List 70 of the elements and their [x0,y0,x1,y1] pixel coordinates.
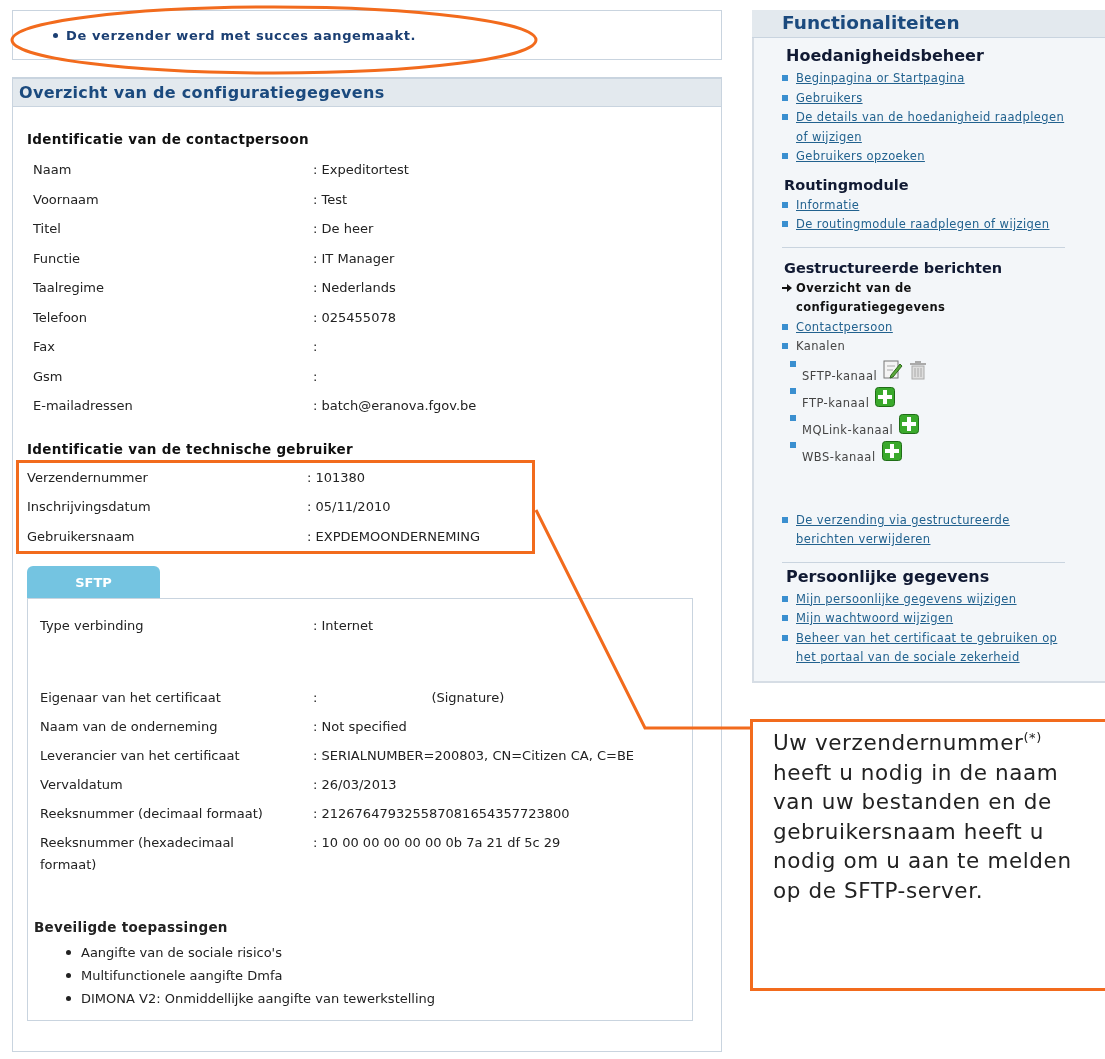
field-value: : SERIALNUMBER=200803, CN=Citizen CA, C=BE [313,748,634,763]
field-label: Titel [33,220,62,238]
field-value: : [313,690,318,705]
field-value: : 26/03/2013 [313,777,397,792]
field-value: : 10 00 00 00 00 00 0b 7a 21 df 5c 29 [313,835,561,850]
channel-item: WBS-kanaal [802,449,876,465]
field-label: Naam van de onderneming [40,718,219,736]
field-label: Naam [33,161,73,179]
list-item: Multifunctionele aangifte Dmfa [81,967,283,985]
section-heading: Beveiligde toepassingen [34,919,229,935]
field-label: Leverancier van het certificaat [40,747,241,765]
sidebar-link[interactable]: Informatie [796,195,1065,215]
sidebar-item: Kanalen [796,338,847,355]
sidebar-link[interactable]: Mijn wachtwoord wijzigen [796,609,1065,629]
field-value: : 025455078 [313,309,396,325]
channel-item: SFTP-kanaal [802,368,878,384]
field-label: Vervaldatum [40,776,124,794]
sidebar-heading: Persoonlijke gegevens [786,566,991,586]
field-value: : EXPDEMOONDERNEMING [307,528,481,544]
success-message: De verzender werd met succes aangemaakt. [66,27,416,43]
sidebar-title: Functionaliteiten [752,10,1105,38]
field-label: Inschrijvingsdatum [27,498,152,516]
field-label: Functie [33,249,82,268]
sidebar-link[interactable]: De details van de hoedanigheid raadplegen of wijzigen [796,108,1065,147]
field-label: Taalregime [33,279,105,297]
sidebar-heading: Gestructureerde berichten [784,259,1004,276]
field-label: Fax [33,338,56,356]
sidebar-link[interactable]: Gebruikers [796,88,1065,108]
field-label: Gebruikersnaam [27,527,136,546]
field-value: (Signature) [431,690,505,705]
field-value: : 05/11/2010 [307,499,391,514]
field-label: Reeksnummer (hexadecimaal formaat) [40,834,235,874]
sidebar-heading: Hoedanigheidsbeheer [786,46,985,65]
section-heading: Identificatie van de contactpersoon [27,131,310,147]
field-value: : batch@eranova.fgov.be [313,398,477,413]
field-value: : Nederlands [313,280,396,295]
sidebar-heading: Routingmodule [784,176,910,193]
sidebar-link[interactable]: De verzending via gestructureerde berichten verwijderen [796,510,1065,550]
field-value: : 212676479325587081654357723800 [313,806,570,821]
field-value: : De heer [313,221,374,236]
sidebar-link[interactable]: Beginpagina or Startpagina [796,69,1065,89]
field-value: : Internet [313,618,374,633]
sidebar-link[interactable]: Mijn persoonlijke gegevens wijzigen [796,589,1065,609]
field-label: Voornaam [33,190,100,209]
field-label: Reeksnummer (decimaal formaat) [40,805,264,823]
field-label: Gsm [33,367,64,386]
field-label: Telefoon [33,308,89,327]
channel-item: FTP-kanaal [802,395,870,411]
list-item: DIMONA V2: Onmiddellijke aangifte van tewerkstelling [81,990,436,1008]
field-label: Verzendernummer [27,468,149,487]
field-value: : Test [313,191,348,207]
field-value: : 101380 [307,469,366,485]
field-label: E-mailadressen [33,397,134,415]
sidebar-link[interactable]: De routingmodule raadplegen of wijzigen [796,215,1065,235]
field-value: : [313,339,318,354]
field-value: : Not specified [313,719,407,734]
sidebar-link[interactable]: Gebruikers opzoeken [796,147,1065,167]
field-label: Eigenaar van het certificaat [40,689,222,707]
field-value: : [313,368,318,384]
channel-item: MQLink-kanaal [802,422,894,438]
field-value: : IT Manager [313,250,395,266]
sidebar-current-item[interactable]: Overzicht van de configuratiegegevens [796,278,1065,318]
sidebar-link[interactable]: Contactpersoon [796,317,1065,337]
list-item: Aangifte van de sociale risico's [81,944,282,962]
callout-text: Uw verzendernummer$^{(*)}$ heeft u nodig in de naam van uw bestanden en de gebruikersnaam heeft u nodig om u aan te melden op de SFTP-server. [773,730,1072,903]
panel-title: Overzicht van de configuratiegegevens [13,77,721,107]
sidebar-link[interactable]: Beheer van het certificaat te gebruiken op het portaal van de sociale zekerheid [796,628,1065,668]
field-value: : Expeditortest [313,162,409,177]
section-heading: Identificatie van de technische gebruiker [27,440,354,457]
field-label: Type verbinding [40,617,145,635]
